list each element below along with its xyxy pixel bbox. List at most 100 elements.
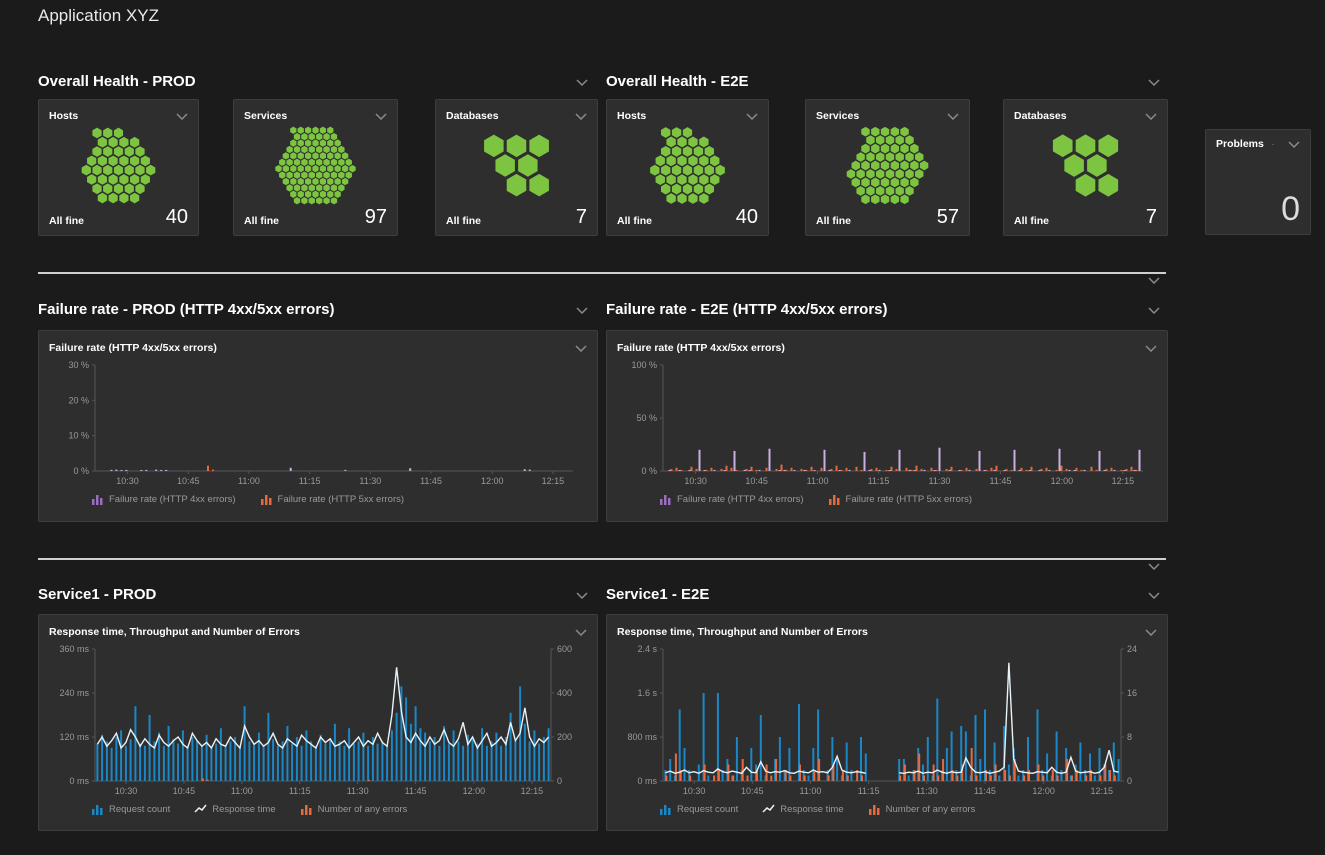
legend-label: Failure rate (HTTP 4xx errors) xyxy=(677,494,804,505)
health-tile-services-e2e[interactable]: Services All fine 57 xyxy=(805,99,970,236)
tile-status: All fine xyxy=(49,215,84,227)
chevron-down-icon[interactable] xyxy=(176,113,188,120)
svg-text:11:15: 11:15 xyxy=(868,476,890,486)
svg-text:12:00: 12:00 xyxy=(1032,786,1055,796)
tile-title: Databases xyxy=(1014,110,1067,122)
legend-item[interactable]: Number of any errors xyxy=(300,803,408,815)
svg-text:10:30: 10:30 xyxy=(116,476,139,486)
svg-text:600: 600 xyxy=(557,644,572,654)
svg-text:11:00: 11:00 xyxy=(238,476,260,486)
svg-text:11:15: 11:15 xyxy=(299,476,321,486)
svg-text:10:30: 10:30 xyxy=(683,786,706,796)
legend-label: Number of any errors xyxy=(318,804,408,815)
tile-title: Hosts xyxy=(49,110,78,122)
tile-title: Services xyxy=(244,110,287,122)
legend-item[interactable]: Request count xyxy=(91,803,170,815)
svg-text:200: 200 xyxy=(557,732,572,742)
tile-count: 40 xyxy=(166,207,188,227)
svg-text:240 ms: 240 ms xyxy=(59,688,89,698)
legend-label: Request count xyxy=(677,804,738,815)
tile-count: 57 xyxy=(937,207,959,227)
chevron-down-icon[interactable] xyxy=(375,113,387,120)
tile-status: All fine xyxy=(446,215,481,227)
service1-prod-panel[interactable]: Response time, Throughput and Number of … xyxy=(38,614,598,831)
svg-text:10:30: 10:30 xyxy=(115,786,138,796)
service1-prod-chart[interactable]: 0 ms120 ms240 ms360 ms020040060010:3010:… xyxy=(49,641,587,799)
chevron-down-icon[interactable] xyxy=(947,113,959,120)
health-tile-hosts-prod[interactable]: Hosts All fine 40 xyxy=(38,99,199,236)
service1-e2e-panel[interactable]: Response time, Throughput and Number of … xyxy=(606,614,1168,831)
chevron-down-icon[interactable] xyxy=(1148,307,1160,314)
tile-title: Services xyxy=(816,110,859,122)
svg-text:11:45: 11:45 xyxy=(974,786,996,796)
honeycomb-databases-e2e xyxy=(1014,124,1157,207)
svg-text:11:45: 11:45 xyxy=(990,476,1012,486)
section-title-service-prod: Service1 - PROD xyxy=(38,586,156,603)
legend-item[interactable]: Number of any errors xyxy=(868,803,976,815)
dashboard: Application XYZ Overall Health - PROD Ov… xyxy=(0,0,1325,855)
legend-item[interactable]: Failure rate (HTTP 5xx errors) xyxy=(828,493,973,505)
svg-text:11:15: 11:15 xyxy=(858,786,880,796)
legend-label: Number of any errors xyxy=(886,804,976,815)
bar-series-icon xyxy=(91,803,104,815)
chevron-down-icon[interactable] xyxy=(1288,141,1300,148)
chevron-up-collapse-icon[interactable] xyxy=(1148,277,1160,284)
chevron-down-icon[interactable] xyxy=(576,79,588,86)
chevron-down-icon[interactable] xyxy=(1145,345,1157,352)
tile-status: All fine xyxy=(816,215,851,227)
svg-text:0 ms: 0 ms xyxy=(637,776,657,786)
chart-legend: Request count Response time Number of any … xyxy=(91,799,587,819)
chevron-down-icon[interactable] xyxy=(575,113,587,120)
health-tile-databases-e2e[interactable]: Databases All fine 7 xyxy=(1003,99,1168,236)
honeycomb-services-e2e xyxy=(816,124,959,207)
tile-status: All fine xyxy=(1014,215,1049,227)
chevron-down-icon[interactable] xyxy=(575,345,587,352)
legend-label: Response time xyxy=(212,804,275,815)
chart-title: Failure rate (HTTP 4xx/5xx errors) xyxy=(617,342,785,354)
svg-text:11:00: 11:00 xyxy=(800,786,822,796)
health-tile-hosts-e2e[interactable]: Hosts All fine 40 xyxy=(606,99,769,236)
chevron-down-icon[interactable] xyxy=(1148,592,1160,599)
failure-rate-prod-panel[interactable]: Failure rate (HTTP 4xx/5xx errors) 0 %10… xyxy=(38,330,598,522)
chevron-up-collapse-icon[interactable] xyxy=(1148,563,1160,570)
tile-count: 7 xyxy=(1146,207,1157,227)
legend-item[interactable]: Failure rate (HTTP 4xx errors) xyxy=(659,493,804,505)
tile-count: 97 xyxy=(365,207,387,227)
chevron-down-icon[interactable] xyxy=(575,629,587,636)
bar-series-icon xyxy=(659,803,672,815)
health-tile-services-prod[interactable]: Services All fine 97 xyxy=(233,99,398,236)
chevron-down-icon[interactable] xyxy=(1145,113,1157,120)
legend-item[interactable]: Response time xyxy=(194,803,275,815)
honeycomb-hosts-prod xyxy=(49,124,188,207)
legend-item[interactable]: Failure rate (HTTP 4xx errors) xyxy=(91,493,236,505)
failure-rate-e2e-chart[interactable]: 0 %50 %100 %10:3010:4511:0011:1511:3011:… xyxy=(617,357,1157,489)
chevron-down-icon[interactable] xyxy=(1145,629,1157,636)
svg-text:0: 0 xyxy=(557,776,562,786)
svg-text:11:45: 11:45 xyxy=(405,786,427,796)
svg-text:0 ms: 0 ms xyxy=(69,776,89,786)
chevron-down-icon[interactable] xyxy=(576,307,588,314)
legend-item[interactable]: Request count xyxy=(659,803,738,815)
svg-text:0: 0 xyxy=(1127,776,1132,786)
chart-legend: Failure rate (HTTP 4xx errors) Failure ra… xyxy=(91,489,587,509)
problems-tile[interactable]: Problems 0 xyxy=(1205,129,1311,235)
chart-title: Response time, Throughput and Number of … xyxy=(49,626,300,638)
service1-e2e-chart[interactable]: 0 ms800 ms1.6 s2.4 s08162410:3010:4511:0… xyxy=(617,641,1157,799)
failure-rate-prod-chart[interactable]: 0 %10 %20 %30 %10:3010:4511:0011:1511:30… xyxy=(49,357,587,489)
svg-text:11:00: 11:00 xyxy=(231,786,253,796)
section-title-failure-prod: Failure rate - PROD (HTTP 4xx/5xx errors… xyxy=(38,301,335,318)
honeycomb-services-prod xyxy=(244,124,387,207)
chevron-down-icon[interactable] xyxy=(576,592,588,599)
legend-item[interactable]: Failure rate (HTTP 5xx errors) xyxy=(260,493,405,505)
svg-text:12:00: 12:00 xyxy=(481,476,504,486)
svg-text:120 ms: 120 ms xyxy=(59,732,89,742)
svg-text:8: 8 xyxy=(1127,732,1132,742)
page-title: Application XYZ xyxy=(38,6,159,26)
legend-item[interactable]: Response time xyxy=(762,803,843,815)
chevron-down-icon[interactable] xyxy=(1148,79,1160,86)
tile-title: Hosts xyxy=(617,110,646,122)
line-series-icon xyxy=(762,803,775,815)
chevron-down-icon[interactable] xyxy=(746,113,758,120)
failure-rate-e2e-panel[interactable]: Failure rate (HTTP 4xx/5xx errors) 0 %50… xyxy=(606,330,1168,522)
health-tile-databases-prod[interactable]: Databases All fine 7 xyxy=(435,99,598,236)
